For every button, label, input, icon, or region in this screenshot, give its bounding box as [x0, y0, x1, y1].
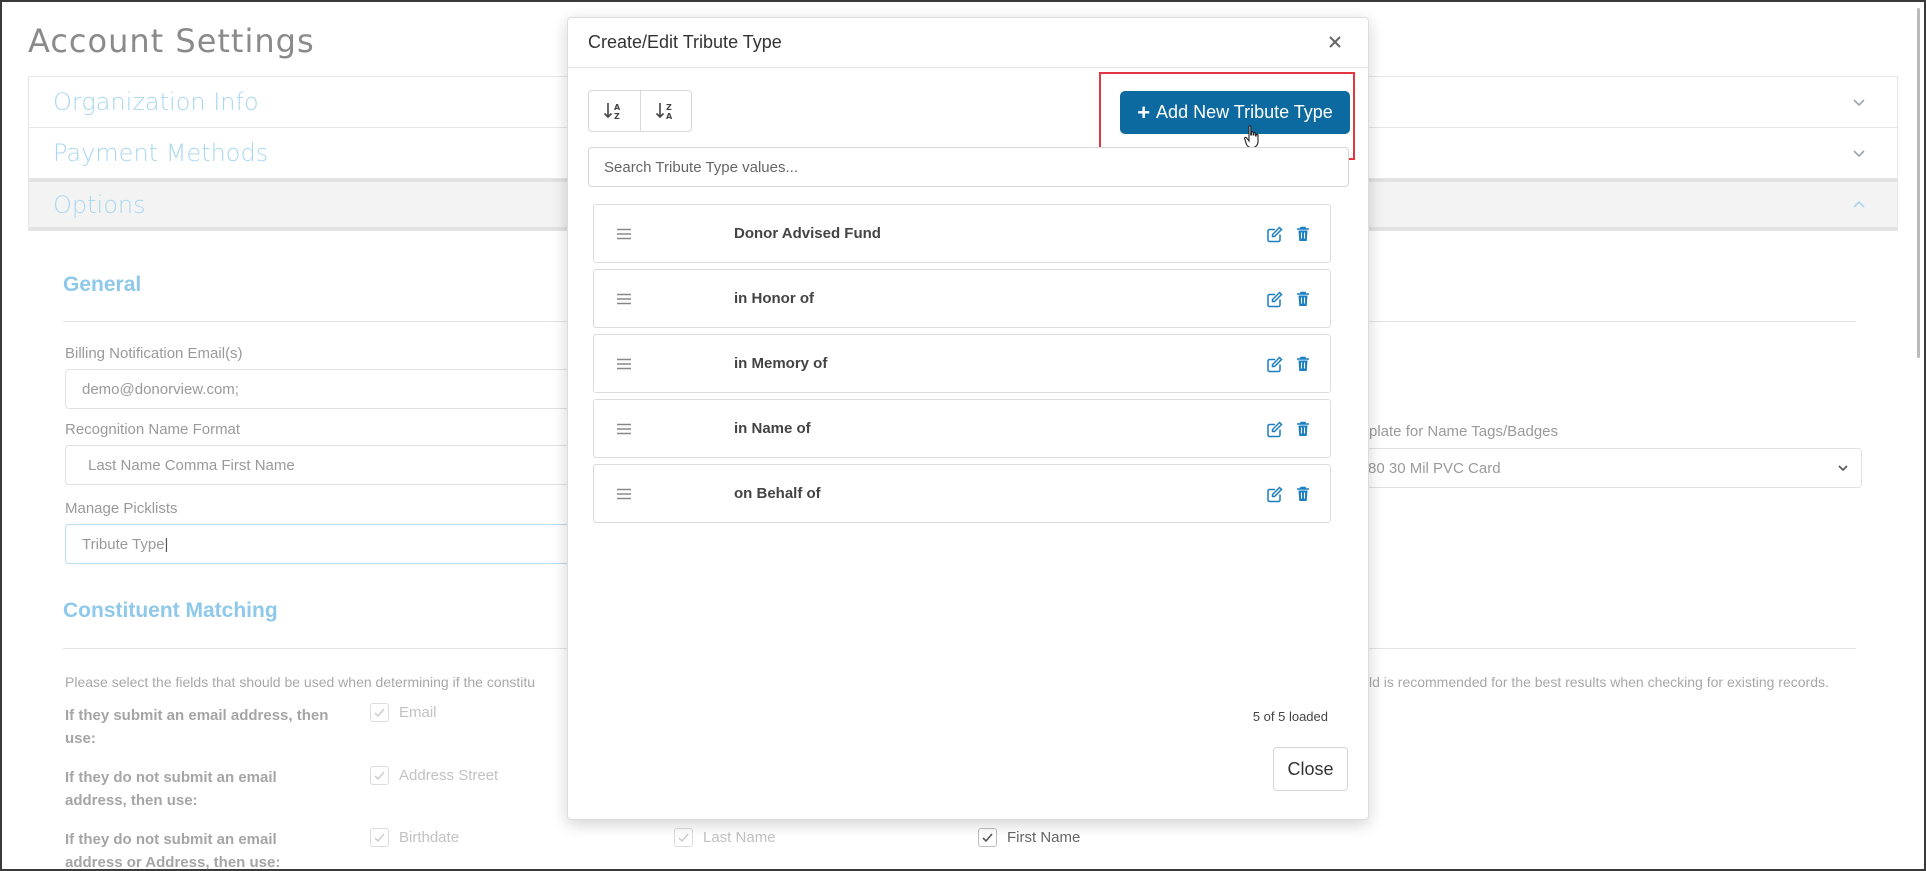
recognition-format-value: Last Name Comma First Name [88, 456, 295, 474]
pencil-square-icon[interactable] [1266, 420, 1284, 438]
template-label: plate for Name Tags/Badges [1369, 423, 1559, 440]
close-icon[interactable] [1324, 31, 1346, 53]
accordion-title: Payment Methods [53, 139, 269, 167]
plus-icon: + [1137, 99, 1151, 125]
manage-picklists-input[interactable]: Tribute Type | [65, 524, 585, 564]
text-caret: | [164, 535, 169, 553]
checkbox-label: Address Street [399, 767, 499, 784]
checkbox-email[interactable]: Email [370, 703, 437, 722]
rule-address-label-line2: address, then use: [65, 792, 198, 809]
constituent-matching-title: Constituent Matching [63, 599, 278, 622]
search-tribute-type-input[interactable] [588, 147, 1349, 187]
rule-email-label-line2: use: [65, 730, 96, 747]
template-select[interactable]: 80 30 Mil PVC Card [1364, 448, 1862, 488]
template-value: 80 30 Mil PVC Card [1368, 459, 1501, 477]
matching-help-text-right: ld is recommended for the best results w… [1369, 674, 1829, 690]
page-title: Account Settings [28, 22, 315, 60]
checkbox-birthdate[interactable]: Birthdate [370, 828, 459, 847]
general-section-title: General [63, 273, 142, 296]
sort-ascending-button[interactable]: A Z [589, 91, 640, 131]
rule-email-label: If they submit an email address, then us… [65, 707, 328, 747]
manage-picklists-value: Tribute Type [82, 535, 165, 553]
checkbox-label: First Name [1007, 829, 1081, 846]
list-item-label: in Memory of [734, 355, 828, 372]
checkmark-icon [370, 703, 389, 722]
modal-title: Create/Edit Tribute Type [588, 32, 782, 52]
list-item: in Name of [593, 399, 1331, 458]
list-item-label: in Honor of [734, 290, 814, 307]
drag-handle-icon[interactable] [616, 293, 632, 305]
matching-help-text: Please select the fields that should be … [65, 674, 536, 690]
rule-fallback-label-line1: If they do not submit an email [65, 831, 277, 848]
rule-fallback-label: If they do not submit an email address o… [65, 831, 280, 871]
checkbox-address-street[interactable]: Address Street [370, 766, 498, 785]
checkmark-icon [978, 828, 997, 847]
pencil-square-icon[interactable] [1266, 355, 1284, 373]
chevron-down-icon [1853, 99, 1865, 107]
drag-handle-icon[interactable] [616, 228, 632, 240]
svg-text:A: A [666, 112, 673, 121]
scrollbar-thumb[interactable] [1917, 8, 1920, 358]
list-item-label: Donor Advised Fund [734, 225, 881, 242]
recognition-format-select[interactable]: Last Name Comma First Name [65, 445, 585, 485]
page-scrollbar[interactable] [1914, 4, 1922, 364]
list-item: Donor Advised Fund [593, 204, 1331, 263]
drag-handle-icon[interactable] [616, 488, 632, 500]
trash-icon[interactable] [1294, 355, 1312, 373]
add-button-label: Add New Tribute Type [1156, 102, 1333, 122]
svg-text:A: A [614, 103, 621, 112]
billing-email-label: Billing Notification Email(s) [65, 345, 243, 362]
manage-picklists-label: Manage Picklists [65, 500, 178, 517]
list-item-label: in Name of [734, 420, 811, 437]
trash-icon[interactable] [1294, 225, 1312, 243]
sort-descending-button[interactable]: Z A [639, 91, 692, 131]
checkbox-label: Birthdate [399, 829, 460, 846]
svg-text:Z: Z [614, 112, 620, 121]
rule-fallback-label-line2: address or Address, then use: [65, 854, 281, 871]
loaded-status: 5 of 5 loaded [1252, 709, 1328, 724]
tribute-type-list: Donor Advised Fund in Honor of in Memory… [593, 204, 1331, 529]
checkbox-label: Email [399, 704, 437, 721]
checkmark-icon [674, 828, 693, 847]
list-item: in Memory of [593, 334, 1331, 393]
checkbox-last-name[interactable]: Last Name [674, 828, 776, 847]
sort-alpha-down-icon: A Z [604, 103, 621, 121]
svg-text:Z: Z [666, 103, 672, 112]
sort-button-group: A Z Z A [588, 90, 692, 132]
billing-email-input[interactable]: demo@donorview.com; [65, 369, 585, 409]
trash-icon[interactable] [1294, 420, 1312, 438]
rule-address-label-line1: If they do not submit an email [65, 769, 277, 786]
sort-alpha-up-icon: Z A [655, 103, 673, 121]
chevron-up-icon [1853, 200, 1865, 208]
trash-icon[interactable] [1294, 290, 1312, 308]
checkbox-first-name[interactable]: First Name [978, 828, 1080, 847]
list-item: in Honor of [593, 269, 1331, 328]
checkbox-label: Last Name [703, 829, 776, 846]
accordion-title: Options [53, 190, 146, 219]
pencil-square-icon[interactable] [1266, 225, 1284, 243]
close-button[interactable]: Close [1273, 747, 1348, 791]
checkmark-icon [370, 766, 389, 785]
list-item: on Behalf of [593, 464, 1331, 523]
drag-handle-icon[interactable] [616, 423, 632, 435]
trash-icon[interactable] [1294, 485, 1312, 503]
pencil-square-icon[interactable] [1266, 290, 1284, 308]
modal-header: Create/Edit Tribute Type [568, 18, 1368, 68]
chevron-down-icon [1853, 150, 1865, 158]
recognition-format-label: Recognition Name Format [65, 421, 241, 438]
pencil-square-icon[interactable] [1266, 485, 1284, 503]
tribute-type-modal: Create/Edit Tribute Type A Z Z A + Add N… [567, 17, 1369, 820]
checkmark-icon [370, 828, 389, 847]
add-new-tribute-type-button[interactable]: + Add New Tribute Type [1120, 91, 1350, 134]
rule-address-label: If they do not submit an email address, … [65, 769, 277, 809]
accordion-title: Organization Info [53, 88, 259, 116]
rule-email-label-line1: If they submit an email address, then [65, 707, 329, 724]
chevron-down-icon [1838, 465, 1848, 472]
list-item-label: on Behalf of [734, 485, 821, 502]
drag-handle-icon[interactable] [616, 358, 632, 370]
